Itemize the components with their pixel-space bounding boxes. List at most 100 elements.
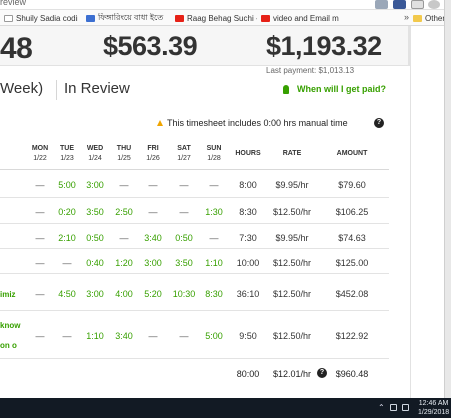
day-hours-cell: 0:40	[86, 258, 104, 268]
other-bookmarks-label: Other bo	[425, 13, 445, 23]
bookmark-icon	[86, 14, 95, 22]
manual-time-note: This timesheet includes 0:00 hrs manual …	[157, 118, 348, 128]
day-date: 1/24	[88, 155, 102, 162]
bookmark-item[interactable]: Raag Behag Suchi - Y	[175, 13, 257, 23]
row-amount: $452.08	[335, 289, 369, 299]
day-hours-cell: 1:20	[115, 258, 133, 268]
extension-icon[interactable]	[393, 0, 406, 9]
day-hours-cell: 4:00	[115, 289, 133, 299]
day-hours-cell: 10:30	[172, 289, 196, 299]
day-hours-cell: 8:30	[205, 289, 223, 299]
table-row[interactable]: — — 0:40 1:20 3:00 3:50 1:10 10:00 $12.50/hr $125…	[0, 249, 389, 274]
day-hours-cell: 2:10	[58, 233, 76, 243]
day-hours-cell: —	[62, 331, 72, 341]
row-hours: 7:30	[239, 233, 257, 243]
day-hours-cell: 3:50	[86, 207, 104, 217]
contract-title[interactable]: know	[0, 320, 20, 331]
column-header-rate: RATE	[282, 150, 302, 157]
system-tray: ⌃	[378, 403, 409, 412]
last-payment: Last payment: $1,013.13	[266, 66, 355, 75]
day-hours-cell: 5:00	[58, 180, 76, 190]
network-icon[interactable]	[389, 404, 397, 411]
side-panel	[410, 26, 444, 418]
extension-icon[interactable]	[375, 0, 388, 9]
table-row[interactable]: imiz — 4:50 3:00 4:00 5:20 10:30 8:30 36:10 $12.5…	[0, 274, 389, 311]
column-header-day: SUN 1/28	[200, 144, 228, 164]
manual-time-text: This timesheet includes 0:00 hrs manual …	[167, 118, 348, 128]
row-hours: 10:00	[236, 258, 260, 268]
timesheet-status-title: In Review	[64, 80, 130, 97]
clock[interactable]: 12:46 AM 1/29/2018	[418, 399, 449, 417]
day-hours-cell: —	[62, 258, 72, 268]
row-amount: $106.25	[335, 207, 369, 217]
contract-title[interactable]: imiz	[0, 289, 16, 300]
day-hours-cell: 3:00	[86, 180, 104, 190]
address-bar[interactable]: review	[0, 0, 451, 10]
total-amount: $960.48	[335, 369, 369, 379]
day-hours-cell: 3:40	[115, 331, 133, 341]
day-hours-cell: 2:50	[115, 207, 133, 217]
timesheet-summary: 80:00 $12.01/hr $960.48	[0, 369, 389, 383]
help-icon[interactable]: ?	[374, 118, 384, 128]
total-hours: 80:00	[236, 369, 260, 379]
table-row[interactable]: know on o — — 1:10 3:40 — — 5:00 9:50 $12.50/hr $12…	[0, 311, 389, 359]
day-hours-cell: 0:20	[58, 207, 76, 217]
chevron-up-icon[interactable]: ⌃	[378, 403, 385, 412]
youtube-icon	[261, 14, 270, 22]
table-row[interactable]: — 0:20 3:50 2:50 — — 1:30 8:30 $12.50/hr $106.25	[0, 198, 389, 224]
row-rate: $9.95/hr	[275, 233, 309, 243]
day-hours-cell: 0:50	[86, 233, 104, 243]
bookmark-item[interactable]: ফিঙ্গারিংয়ে বাধা ইতে	[86, 13, 172, 23]
url-text[interactable]: review	[0, 0, 26, 7]
day-hours-cell: —	[209, 180, 219, 190]
column-header-day: FRI 1/26	[139, 144, 167, 164]
other-bookmarks[interactable]: Other bo	[413, 13, 445, 23]
row-hours: 9:50	[239, 331, 257, 341]
table-body: — 5:00 3:00 — — — — 8:00 $9.95/hr $79.60 — 0:20 3:50…	[0, 170, 389, 359]
column-header-day: SAT 1/27	[170, 144, 198, 164]
table-row[interactable]: — 2:10 0:50 — 3:40 0:50 — 7:30 $9.95/hr $74.63	[0, 224, 389, 249]
column-header-day: WED 1/24	[81, 144, 109, 164]
day-hours-cell: —	[35, 331, 45, 341]
row-hours: 36:10	[236, 289, 260, 299]
bookmark-item[interactable]: video and Email mar	[261, 13, 339, 23]
day-name: MON	[31, 145, 49, 152]
day-hours-cell: —	[179, 331, 189, 341]
taskbar: ⌃ 12:46 AM 1/29/2018	[0, 398, 451, 418]
bookmark-label: Shuily Sadia coding	[16, 13, 78, 23]
row-hours: 8:00	[239, 180, 257, 190]
when-paid-link[interactable]: When will I get paid?	[283, 84, 386, 94]
volume-icon[interactable]	[401, 404, 409, 411]
clock-time: 12:46 AM	[418, 400, 449, 407]
day-name: WED	[86, 145, 104, 152]
column-header-amount: AMOUNT	[336, 150, 368, 157]
day-hours-cell: —	[119, 180, 129, 190]
day-hours-cell: 5:00	[205, 331, 223, 341]
row-amount: $122.92	[335, 331, 369, 341]
row-rate: $12.50/hr	[272, 289, 312, 299]
day-hours-cell: 3:00	[144, 258, 162, 268]
lightbulb-icon	[283, 84, 289, 94]
help-icon[interactable]: ?	[317, 368, 327, 378]
bookmarks-bar: Shuily Sadia coding ফিঙ্গারিংয়ে বাধা ইত…	[0, 10, 445, 26]
warning-icon	[157, 120, 163, 126]
day-hours-cell: 1:10	[205, 258, 223, 268]
average-rate: $12.01/hr	[272, 369, 312, 379]
day-hours-cell: —	[119, 233, 129, 243]
when-paid-label: When will I get paid?	[297, 84, 386, 94]
day-date: 1/26	[146, 155, 160, 162]
earnings-amount: 48	[0, 32, 33, 65]
day-date: 1/22	[33, 155, 47, 162]
extension-icon[interactable]	[411, 0, 424, 9]
page-icon	[4, 14, 13, 22]
column-header-day: THU 1/25	[110, 144, 138, 164]
bookmark-item[interactable]: Shuily Sadia coding	[4, 13, 78, 23]
contract-title[interactable]: on o	[0, 340, 17, 351]
more-bookmarks-chevron-icon[interactable]: »	[404, 12, 409, 22]
day-hours-cell: 3:00	[86, 289, 104, 299]
day-hours-cell: 4:50	[58, 289, 76, 299]
day-date: 1/23	[60, 155, 74, 162]
table-row[interactable]: — 5:00 3:00 — — — — 8:00 $9.95/hr $79.60	[0, 170, 389, 198]
profile-icon[interactable]	[428, 0, 440, 9]
day-hours-cell: —	[35, 180, 45, 190]
